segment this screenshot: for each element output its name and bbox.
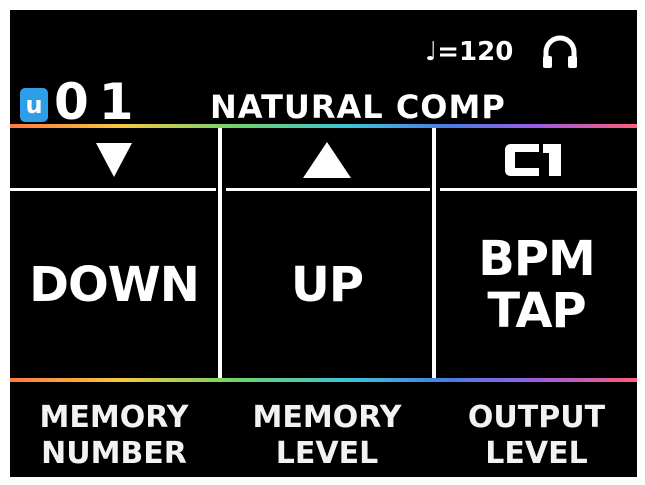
- c1-icon[interactable]: [436, 138, 637, 182]
- top-divider: [10, 124, 637, 128]
- patch-number: 01: [54, 73, 144, 131]
- down-label: DOWN: [29, 257, 200, 313]
- knob-2-line1: MEMORY: [252, 400, 402, 435]
- up-button[interactable]: UP: [222, 200, 432, 370]
- up-triangle-icon[interactable]: [222, 138, 432, 182]
- icon-row-divider-2: [226, 188, 430, 191]
- knob-2-line2: LEVEL: [275, 436, 379, 471]
- knob-output-level[interactable]: OUTPUT LEVEL: [436, 400, 637, 472]
- tap-label: TAP: [487, 283, 586, 339]
- icon-row-divider-3: [440, 188, 637, 191]
- tempo-readout: ♩=120: [425, 37, 514, 67]
- up-label: UP: [290, 257, 364, 313]
- bpm-tap-button[interactable]: BPM TAP: [436, 200, 637, 370]
- knob-memory-number[interactable]: MEMORY NUMBER: [10, 400, 218, 472]
- down-button[interactable]: DOWN: [10, 200, 218, 370]
- knob-1-line2: NUMBER: [41, 436, 187, 471]
- knob-3-line2: LEVEL: [485, 436, 588, 471]
- knob-1-line1: MEMORY: [39, 400, 189, 435]
- bpm-label: BPM: [478, 231, 596, 287]
- headphone-icon: [540, 32, 580, 72]
- patch-bank-badge: u: [20, 88, 48, 122]
- knob-memory-level[interactable]: MEMORY LEVEL: [222, 400, 432, 472]
- bottom-divider: [10, 378, 637, 382]
- knob-3-line1: OUTPUT: [467, 400, 606, 435]
- icon-row-divider-1: [10, 188, 216, 191]
- pedal-display: ♩=120 u 01 NATURAL COMP DOWN UP BPM TAP: [10, 10, 637, 477]
- down-triangle-icon[interactable]: [10, 138, 218, 182]
